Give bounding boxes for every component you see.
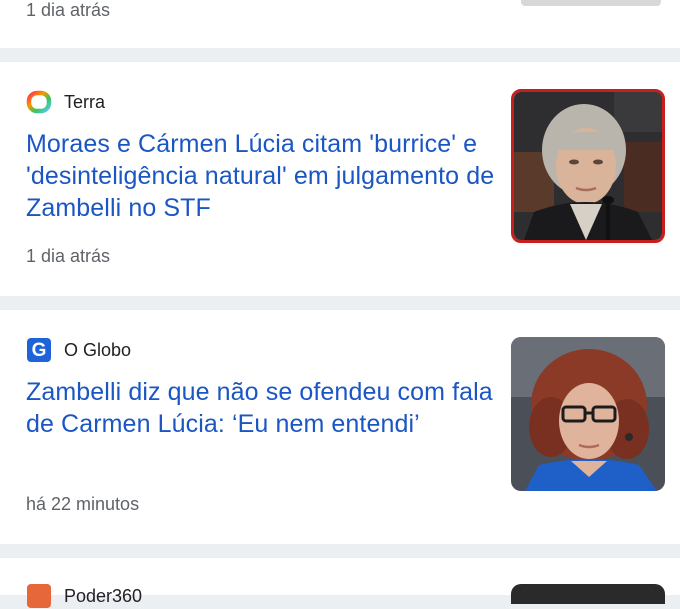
article-time: há 22 minutos — [26, 494, 140, 514]
article-thumbnail[interactable] — [521, 0, 661, 6]
article-thumbnail[interactable] — [511, 89, 665, 243]
source-name: O Globo — [64, 339, 132, 360]
globo-logo-icon: G — [26, 337, 52, 363]
poder360-logo-icon — [26, 583, 52, 609]
news-card[interactable]: 1 dia atrás — [0, 0, 680, 48]
article-thumbnail[interactable] — [511, 337, 665, 491]
source-row: Terra — [26, 90, 105, 114]
source-row: Poder360 — [26, 584, 142, 608]
source-name: Poder360 — [64, 585, 143, 606]
article-time: 1 dia atrás — [26, 0, 111, 20]
article-thumbnail[interactable] — [511, 584, 665, 604]
news-card[interactable]: Poder360 — [0, 558, 680, 608]
source-row: G O Globo — [26, 338, 131, 362]
terra-logo-icon — [26, 89, 52, 115]
article-headline[interactable]: Zambelli diz que não se ofendeu com fala… — [26, 376, 496, 440]
article-time: 1 dia atrás — [26, 246, 111, 266]
article-headline[interactable]: Moraes e Cármen Lúcia citam 'burrice' e … — [26, 128, 496, 224]
news-card[interactable]: Terra Moraes e Cármen Lúcia citam 'burri… — [0, 62, 680, 296]
news-card[interactable]: G O Globo Zambelli diz que não se ofende… — [0, 310, 680, 544]
source-name: Terra — [64, 91, 106, 112]
